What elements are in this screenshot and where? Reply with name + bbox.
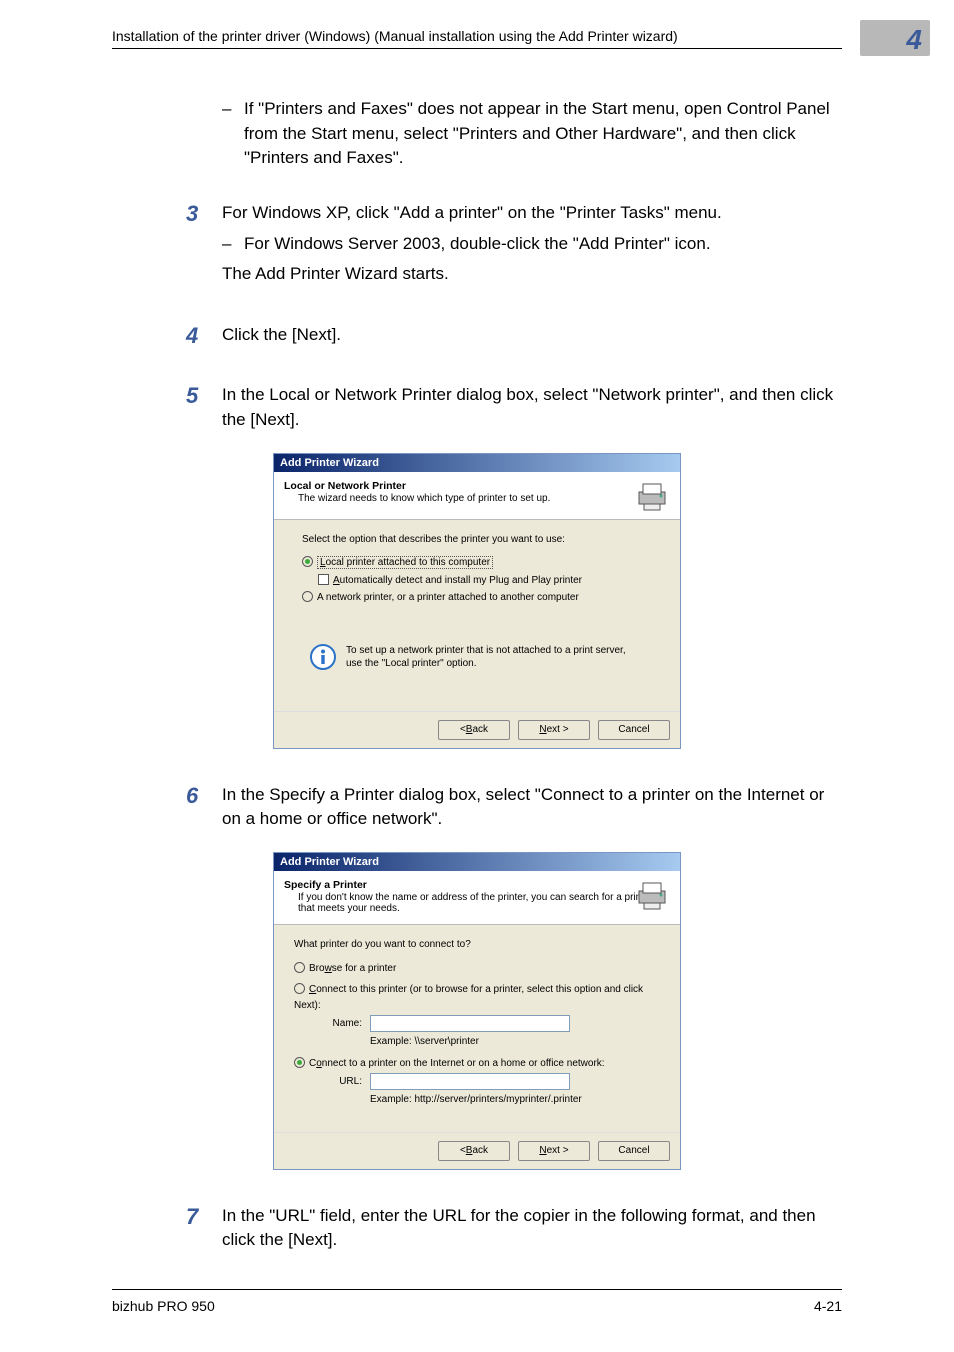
wizard-head-sub: If you don't know the name or address of…: [284, 892, 670, 914]
step-4: 4 Click the [Next].: [112, 323, 842, 354]
intro-bullet-block: If "Printers and Faxes" does not appear …: [112, 97, 842, 171]
step-3: 3 For Windows XP, click "Add a printer" …: [112, 201, 842, 293]
info-icon: [310, 644, 336, 670]
wizard-titlebar: Add Printer Wizard: [274, 454, 680, 472]
radio-icon: [294, 962, 305, 973]
info-line-2: use the "Local printer" option.: [346, 657, 626, 671]
wizard-titlebar: Add Printer Wizard: [274, 853, 680, 871]
radio-connect-internet[interactable]: Connect to a printer on the Internet or …: [294, 1056, 660, 1072]
cancel-button[interactable]: Cancel: [598, 1141, 670, 1161]
step-number: 6: [112, 783, 222, 809]
name-field[interactable]: [370, 1015, 570, 1032]
step-6: 6 In the Specify a Printer dialog box, s…: [112, 783, 842, 838]
page-footer: bizhub PRO 950 4-21: [112, 1289, 842, 1314]
next-button[interactable]: Next >: [518, 1141, 590, 1161]
checkbox-auto-detect[interactable]: Automatically detect and install my Plug…: [302, 573, 660, 589]
wizard-head: Specify a Printer If you don't know the …: [274, 871, 680, 925]
cancel-button[interactable]: Cancel: [598, 720, 670, 740]
step-number: 5: [112, 383, 222, 409]
url-field-row: URL:: [294, 1073, 660, 1090]
info-note: To set up a network printer that is not …: [302, 644, 660, 671]
wizard-specify-printer: Add Printer Wizard Specify a Printer If …: [273, 852, 681, 1170]
name-field-row: Name:: [294, 1015, 660, 1032]
back-button[interactable]: < Back: [438, 1141, 510, 1161]
step-5: 5 In the Local or Network Printer dialog…: [112, 383, 842, 438]
name-example: Example: \\server\printer: [294, 1034, 660, 1050]
step-number: 3: [112, 201, 222, 227]
header-title: Installation of the printer driver (Wind…: [112, 28, 678, 44]
back-button[interactable]: < BBackack: [438, 720, 510, 740]
wizard-head-title: Specify a Printer: [284, 879, 670, 891]
checkbox-icon: [318, 574, 329, 585]
wizard-body: What printer do you want to connect to? …: [274, 925, 680, 1132]
radio-icon: [294, 1057, 305, 1068]
footer-product: bizhub PRO 950: [112, 1298, 215, 1314]
radio-browse-printer[interactable]: Browse for a printer: [294, 961, 660, 977]
intro-bullet-text: If "Printers and Faxes" does not appear …: [222, 97, 842, 171]
wizard-local-or-network: Add Printer Wizard Local or Network Prin…: [273, 453, 681, 749]
step-6-text: In the Specify a Printer dialog box, sel…: [222, 783, 842, 832]
step-number: 4: [112, 323, 222, 349]
radio-icon: [302, 591, 313, 602]
printer-wizard-icon: [634, 877, 670, 913]
wizard-prompt: What printer do you want to connect to?: [294, 937, 660, 953]
step-5-text: In the Local or Network Printer dialog b…: [222, 383, 842, 432]
url-example: Example: http://server/printers/myprinte…: [294, 1092, 660, 1108]
radio-connect-named[interactable]: Connect to this printer (or to browse fo…: [294, 982, 660, 1013]
next-button[interactable]: Next >: [518, 720, 590, 740]
wizard-body: Select the option that describes the pri…: [274, 520, 680, 711]
name-label: Name:: [318, 1016, 362, 1032]
url-field[interactable]: [370, 1073, 570, 1090]
printer-wizard-icon: [634, 478, 670, 514]
chapter-number-tab: 4: [860, 20, 930, 56]
footer-page-number: 4-21: [814, 1298, 842, 1314]
wizard-footer: < BBackack Next > Cancel: [274, 711, 680, 748]
step-3-sub: For Windows Server 2003, double-click th…: [222, 232, 842, 257]
step-number: 7: [112, 1204, 222, 1230]
wizard-footer: < Back Next > Cancel: [274, 1132, 680, 1169]
wizard-head-sub: The wizard needs to know which type of p…: [284, 493, 670, 504]
step-4-text: Click the [Next].: [222, 323, 842, 348]
wizard-prompt: Select the option that describes the pri…: [302, 532, 660, 548]
step-7: 7 In the "URL" field, enter the URL for …: [112, 1204, 842, 1259]
radio-network-printer[interactable]: A network printer, or a printer attached…: [302, 590, 660, 606]
step-3-line2: The Add Printer Wizard starts.: [222, 262, 842, 287]
url-label: URL:: [318, 1074, 362, 1090]
radio-local-printer[interactable]: Local printer attached to this computer: [302, 555, 660, 571]
radio-icon: [294, 983, 305, 994]
wizard-head: Local or Network Printer The wizard need…: [274, 472, 680, 520]
step-3-text: For Windows XP, click "Add a printer" on…: [222, 201, 842, 226]
wizard-head-title: Local or Network Printer: [284, 480, 670, 492]
info-line-1: To set up a network printer that is not …: [346, 644, 626, 658]
step-7-text: In the "URL" field, enter the URL for th…: [222, 1204, 842, 1253]
page-header: Installation of the printer driver (Wind…: [112, 28, 842, 49]
radio-icon: [302, 556, 313, 567]
